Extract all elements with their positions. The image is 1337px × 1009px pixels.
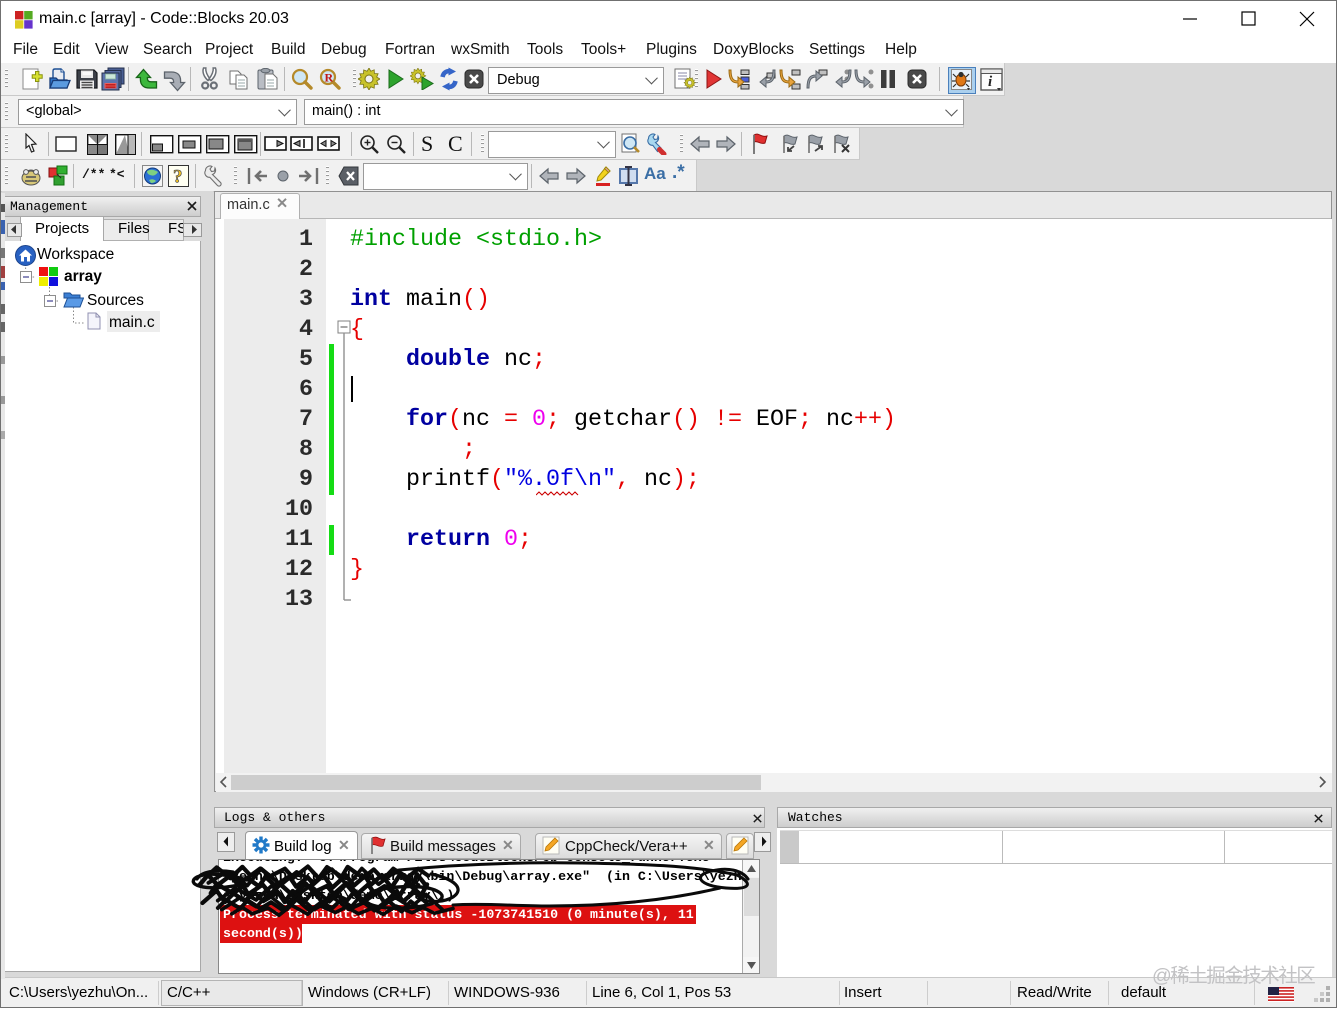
- svg-text:?: ?: [173, 167, 183, 188]
- svg-text:R: R: [325, 71, 334, 85]
